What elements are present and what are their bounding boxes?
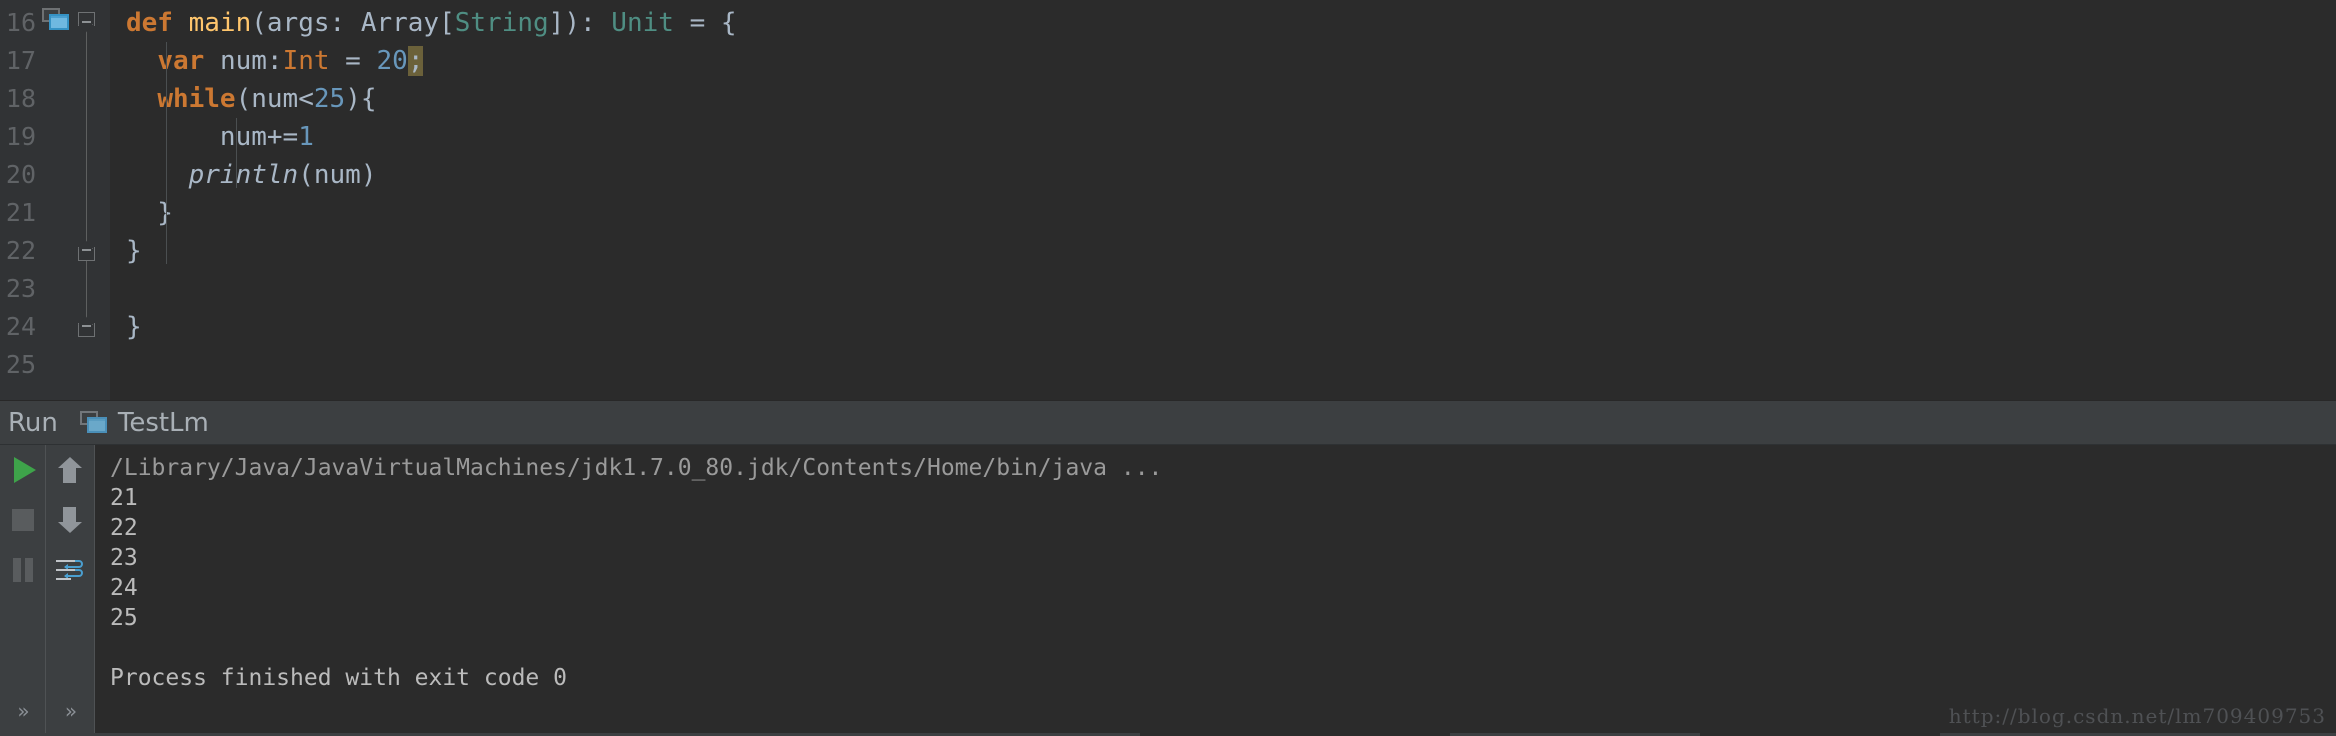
code-token: 1	[298, 122, 314, 152]
code-token: Int	[282, 46, 330, 76]
code-token: ;	[407, 46, 424, 76]
code-text-area[interactable]: def main(args: Array[String]): Unit = { …	[110, 0, 2336, 400]
run-toolbar-primary: »	[0, 445, 45, 736]
fold-marker-minus	[82, 325, 91, 327]
arrow-up-icon	[58, 457, 82, 483]
line-number: 22	[5, 236, 36, 265]
arrow-down-icon	[58, 507, 82, 533]
fold-marker-tip	[78, 240, 93, 249]
line-number: 21	[5, 198, 36, 227]
fold-marker-collapse-down[interactable]	[78, 12, 95, 33]
fold-marker-minus	[82, 21, 91, 23]
code-line[interactable]: def main(args: Array[String]): Unit = {	[126, 4, 737, 42]
window-front-titlebar	[49, 14, 69, 18]
soft-wrap-icon	[55, 556, 85, 584]
fold-marker-body	[78, 12, 95, 26]
up-the-stack-trace-button[interactable]	[48, 445, 93, 495]
intellij-idea-window: 16 17 18 19 20 21 22 23 24 25 def main(args: Arra…	[0, 0, 2336, 736]
code-token: ]):	[548, 8, 612, 38]
console-output-line: 23	[110, 545, 138, 571]
code-line[interactable]: }	[126, 232, 142, 270]
code-token: def	[126, 8, 189, 38]
console-output-line: 21	[110, 485, 138, 511]
play-icon	[13, 457, 36, 483]
run-tool-window: Run TestLm » » Process finished with exi…	[0, 400, 2336, 736]
console-output-line: 22	[110, 515, 138, 541]
fold-marker-tip	[78, 316, 93, 325]
fold-marker-tip	[78, 24, 93, 33]
fold-rail	[86, 16, 87, 330]
code-token: = {	[673, 8, 737, 38]
line-number: 19	[5, 122, 36, 151]
console-exit-message: Process finished with exit code 0	[110, 665, 567, 691]
line-number: 17	[5, 46, 36, 75]
run-tab-label: TestLm	[117, 407, 209, 438]
code-token: Unit	[611, 8, 674, 38]
rerun-button[interactable]	[0, 445, 45, 495]
code-token: (num)	[298, 160, 377, 190]
run-tab-testlm[interactable]: TestLm	[72, 406, 217, 440]
run-tool-window-body: » » Process finished with exit code 0 25…	[0, 445, 2336, 736]
line-number: 20	[5, 160, 36, 189]
toolbar-overflow-button-2[interactable]: »	[48, 686, 93, 736]
soft-wrap-button[interactable]	[48, 545, 93, 595]
code-token: =	[329, 46, 377, 76]
pause-icon	[12, 558, 34, 582]
console-command-line: /Library/Java/JavaVirtualMachines/jdk1.7…	[110, 455, 1163, 481]
code-token: num+=	[126, 122, 299, 152]
console-output-line: 24	[110, 575, 138, 601]
run-toolbar-secondary: »	[45, 445, 94, 736]
indent-guide	[166, 42, 167, 264]
indent-guide	[236, 118, 237, 188]
stop-button[interactable]	[0, 495, 45, 545]
run-tool-window-header: Run TestLm	[0, 401, 2336, 445]
console-output-line: 25	[110, 605, 138, 631]
code-token: 25	[313, 84, 346, 114]
stop-icon	[11, 509, 34, 531]
line-number: 16	[5, 8, 36, 37]
code-editor[interactable]: 16 17 18 19 20 21 22 23 24 25 def main(args: Arra…	[0, 0, 2336, 400]
pause-button[interactable]	[0, 545, 45, 595]
run-configuration-icon	[79, 410, 108, 435]
line-number: 25	[5, 350, 36, 379]
code-line[interactable]: }	[126, 308, 142, 346]
code-token: println	[188, 160, 299, 190]
code-token: ){	[345, 84, 377, 114]
fold-marker-minus	[82, 249, 91, 251]
run-configuration-icon[interactable]	[42, 8, 70, 32]
code-token: String	[454, 8, 549, 38]
code-token: (num<	[235, 84, 314, 114]
code-token: main	[188, 8, 252, 38]
line-number: 18	[5, 84, 36, 113]
line-number: 24	[5, 312, 36, 341]
console-output[interactable]: Process finished with exit code 0 25 24 23 2…	[94, 445, 2336, 736]
code-token: num:	[219, 46, 283, 76]
code-token: }	[126, 236, 142, 266]
watermark-text: http://blog.csdn.net/lm709409753	[1948, 704, 2326, 728]
down-the-stack-trace-button[interactable]	[48, 495, 93, 545]
code-token: 20	[376, 46, 408, 76]
code-line[interactable]: while(num<25){	[126, 80, 377, 118]
code-line[interactable]: println(num)	[126, 156, 377, 194]
run-tool-window-title: Run	[8, 407, 58, 438]
editor-gutter[interactable]: 16 17 18 19 20 21 22 23 24 25	[0, 0, 110, 400]
fold-marker-collapse-up[interactable]	[78, 240, 95, 261]
code-token: (args: Array[	[251, 8, 455, 38]
toolbar-overflow-button[interactable]: »	[0, 686, 45, 736]
line-number: 23	[5, 274, 36, 303]
code-token: }	[126, 312, 142, 342]
fold-marker-collapse-up[interactable]	[78, 316, 95, 337]
code-token: while	[157, 84, 236, 114]
code-line[interactable]: num+=1	[126, 118, 314, 156]
code-line[interactable]: var num:Int = 20;	[126, 42, 424, 80]
